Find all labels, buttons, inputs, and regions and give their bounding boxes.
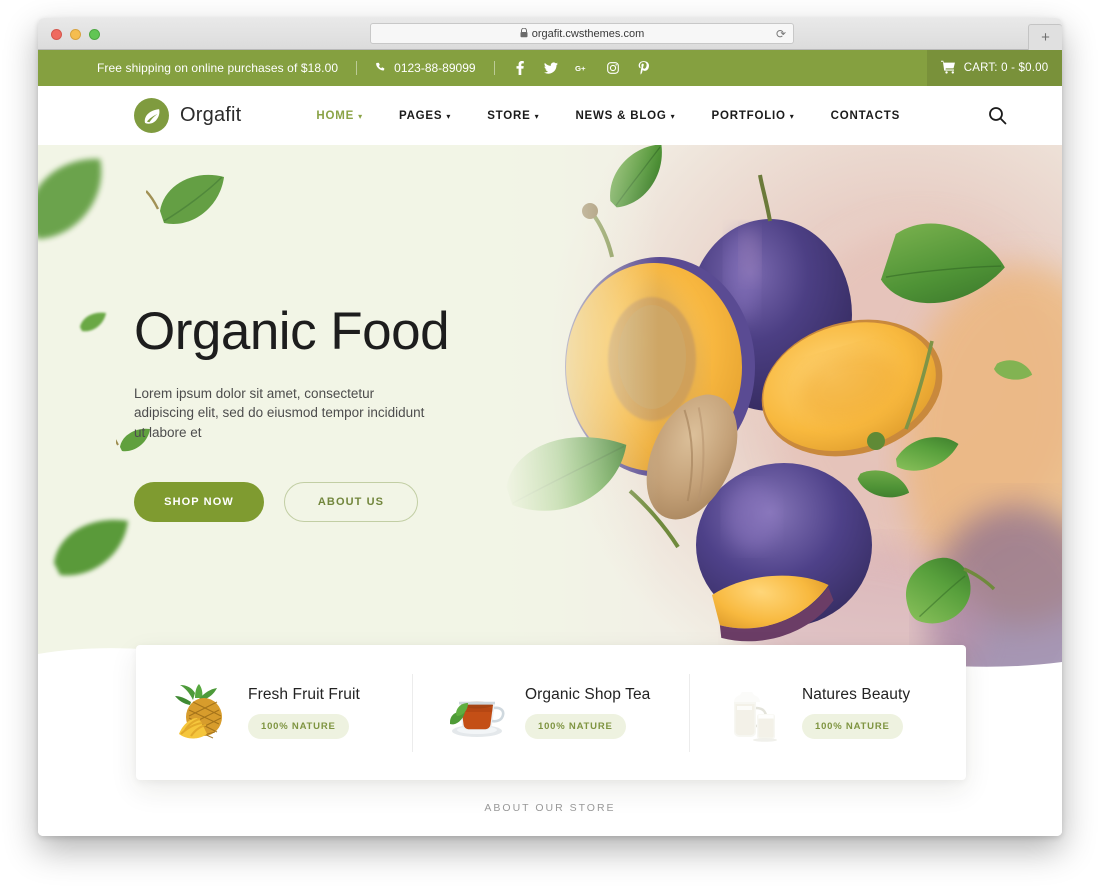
browser-titlebar: orgafit.cwsthemes.com ⟳ + [38, 18, 1062, 50]
topbar-divider-2 [493, 61, 495, 75]
zoom-window-button[interactable] [89, 29, 100, 40]
feature-body: Fresh Fruit Fruit 100% NATURE [248, 686, 360, 739]
phone-icon [375, 62, 387, 74]
hero-actions: SHOP NOW ABOUT US [134, 482, 494, 523]
hero-section: Organic Food Lorem ipsum dolor sit amet,… [38, 145, 1062, 688]
shipping-notice: Free shipping on online purchases of $18… [97, 61, 339, 75]
main-menu: HOME ▾ PAGES ▾ STORE ▾ NEWS & BLOG ▾ POR… [298, 110, 918, 122]
nav-item-store-label: STORE [487, 109, 531, 122]
nav-item-portfolio[interactable]: PORTFOLIO ▾ [694, 110, 813, 122]
shop-now-button[interactable]: SHOP NOW [134, 482, 264, 523]
lock-icon [520, 27, 528, 40]
chevron-down-icon: ▾ [789, 112, 795, 121]
phone-link[interactable]: 0123-88-89099 [375, 61, 476, 75]
svg-text:G+: G+ [575, 64, 586, 73]
main-navbar: Orgafit HOME ▾ PAGES ▾ STORE ▾ NEWS & BL… [38, 86, 1062, 145]
nav-item-home[interactable]: HOME ▾ [298, 110, 381, 122]
utility-topbar: Free shipping on online purchases of $18… [38, 50, 1062, 86]
about-us-button[interactable]: ABOUT US [284, 482, 418, 523]
facebook-icon[interactable] [513, 60, 527, 76]
shopping-cart-icon [940, 60, 956, 77]
topbar-left-group: Free shipping on online purchases of $18… [97, 60, 651, 76]
chevron-down-icon: ▾ [446, 112, 452, 121]
decorative-leaf-icon [76, 309, 110, 342]
decorative-leaf-icon [48, 513, 144, 592]
hero-subtitle: Lorem ipsum dolor sit amet, consectetur … [134, 385, 425, 440]
nav-item-portfolio-label: PORTFOLIO [711, 109, 786, 122]
nav-item-store[interactable]: STORE ▾ [469, 110, 557, 122]
about-our-store-strip: ABOUT OUR STORE [38, 780, 1062, 836]
feature-title: Organic Shop Tea [525, 686, 651, 703]
decorative-leaf-icon [145, 167, 238, 242]
nav-item-news-blog[interactable]: NEWS & BLOG ▾ [557, 110, 693, 122]
feature-item-natures-beauty[interactable]: Natures Beauty 100% NATURE [689, 673, 966, 752]
new-tab-button[interactable]: + [1028, 24, 1062, 50]
nav-item-contacts-label: CONTACTS [830, 109, 901, 122]
feature-badge: 100% NATURE [248, 714, 349, 739]
reload-icon[interactable]: ⟳ [776, 27, 786, 41]
pinterest-icon[interactable] [637, 60, 651, 76]
phone-number: 0123-88-89099 [394, 61, 476, 75]
google-plus-icon[interactable]: G+ [575, 60, 589, 76]
close-window-button[interactable] [51, 29, 62, 40]
chevron-down-icon: ▾ [358, 112, 363, 121]
hero-copy: Organic Food Lorem ipsum dolor sit amet,… [134, 302, 494, 523]
feature-body: Natures Beauty 100% NATURE [802, 686, 910, 739]
feature-body: Organic Shop Tea 100% NATURE [525, 686, 650, 739]
address-bar-url: orgafit.cwsthemes.com [531, 27, 645, 40]
brand-logo[interactable]: Orgafit [134, 98, 241, 133]
chevron-down-icon: ▾ [534, 112, 540, 121]
cart-label: CART: 0 - $0.00 [963, 62, 1049, 74]
nav-item-contacts[interactable]: CONTACTS [813, 110, 918, 122]
feature-item-organic-tea[interactable]: Organic Shop Tea 100% NATURE [412, 673, 689, 752]
decorative-leaf-icon [38, 153, 136, 254]
leaf-circle-logo-icon [134, 98, 169, 133]
instagram-icon[interactable] [606, 60, 620, 76]
page-viewport: Free shipping on online purchases of $18… [38, 50, 1062, 836]
feature-card: Fresh Fruit Fruit 100% NATURE Organic Sh… [136, 645, 966, 780]
feature-badge: 100% NATURE [525, 714, 626, 739]
window-controls[interactable] [51, 29, 100, 40]
tea-cup-icon [447, 682, 509, 744]
minimize-window-button[interactable] [70, 29, 81, 40]
nav-item-pages[interactable]: PAGES ▾ [381, 110, 469, 122]
feature-badge: 100% NATURE [802, 714, 903, 739]
topbar-divider [356, 61, 358, 75]
nav-item-news-blog-label: NEWS & BLOG [575, 109, 667, 122]
hero-title: Organic Food [134, 302, 450, 361]
cart-button[interactable]: CART: 0 - $0.00 [927, 50, 1062, 86]
search-icon[interactable] [986, 105, 1008, 127]
pineapple-icon [170, 682, 232, 744]
feature-item-fresh-fruit[interactable]: Fresh Fruit Fruit 100% NATURE [136, 674, 412, 752]
section-label: ABOUT OUR STORE [484, 802, 616, 814]
nav-item-home-label: HOME [316, 109, 355, 122]
feature-title: Fresh Fruit Fruit [248, 686, 360, 703]
milk-jug-icon [724, 682, 786, 744]
address-bar[interactable]: orgafit.cwsthemes.com ⟳ [370, 23, 794, 44]
twitter-icon[interactable] [543, 60, 558, 76]
browser-window: orgafit.cwsthemes.com ⟳ + Free shipping … [38, 18, 1062, 836]
nav-item-pages-label: PAGES [398, 109, 443, 122]
hero-image-plums [502, 145, 1062, 688]
social-links: G+ [513, 60, 651, 76]
feature-title: Natures Beauty [802, 686, 911, 703]
chevron-down-icon: ▾ [670, 112, 676, 121]
brand-name: Orgafit [180, 104, 242, 126]
